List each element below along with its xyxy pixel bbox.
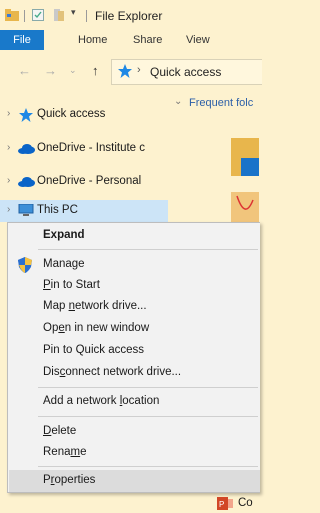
breadcrumb-chevron-icon: › — [137, 64, 141, 76]
context-menu: Expand Manage Pin to Start Map network d… — [7, 222, 260, 493]
menu-item-rename[interactable]: Rename — [9, 442, 260, 464]
forward-arrow-icon[interactable]: → — [44, 63, 57, 78]
menu-separator — [38, 416, 258, 417]
menu-item-expand[interactable]: Expand — [9, 225, 260, 247]
address-bar: ← → ⌄ ↑ › Quick access — [0, 56, 262, 86]
menu-item-delete[interactable]: Delete — [9, 421, 260, 443]
tab-share[interactable]: Share — [133, 34, 162, 46]
this-pc-icon — [18, 203, 34, 220]
customize-toolbar-dropdown-icon[interactable]: ▾ — [71, 7, 76, 18]
properties-icon[interactable] — [32, 9, 45, 24]
breadcrumb-quick-access[interactable]: Quick access — [150, 65, 221, 79]
frequent-folders-header[interactable]: Frequent folc — [189, 97, 253, 109]
up-arrow-icon[interactable]: ↑ — [92, 63, 99, 78]
window-title: File Explorer — [95, 9, 163, 23]
pdf-folder-thumbnail-icon[interactable] — [231, 192, 259, 225]
menu-separator — [38, 466, 258, 467]
onedrive-cloud-icon — [17, 177, 35, 190]
menu-item-map-network-drive[interactable]: Map network drive... — [9, 296, 260, 318]
quick-access-star-icon — [117, 63, 133, 82]
menu-item-manage[interactable]: Manage — [9, 254, 260, 276]
quick-access-star-icon — [18, 107, 34, 126]
recent-locations-chevron-icon[interactable]: ⌄ — [69, 65, 77, 76]
uac-shield-icon — [18, 257, 32, 276]
nav-item-this-pc[interactable]: › This PC — [0, 200, 168, 222]
back-arrow-icon[interactable]: ← — [18, 63, 31, 78]
nav-label: This PC — [37, 204, 78, 216]
tab-file[interactable]: File — [0, 30, 44, 50]
nav-item-onedrive-personal[interactable]: › OneDrive - Personal — [0, 171, 168, 193]
menu-item-disconnect-network-drive[interactable]: Disconnect network drive... — [9, 362, 260, 384]
expand-chevron-icon[interactable]: › — [7, 204, 10, 215]
expand-chevron-icon[interactable]: › — [7, 175, 10, 186]
expand-chevron-icon[interactable]: › — [7, 108, 10, 119]
ribbon-tabs: File Home Share View — [0, 30, 259, 50]
new-folder-icon[interactable] — [53, 9, 65, 24]
folder-icon[interactable] — [5, 9, 19, 24]
menu-separator — [38, 387, 258, 388]
expand-chevron-icon[interactable]: › — [7, 142, 10, 153]
title-bar: ▾ File Explorer — [0, 0, 259, 30]
onedrive-cloud-icon — [17, 144, 35, 157]
svg-text:P: P — [219, 500, 224, 509]
menu-item-open-in-new-window[interactable]: Open in new window — [9, 318, 260, 340]
nav-label: OneDrive - Personal — [37, 175, 142, 187]
address-field[interactable]: › Quick access — [111, 59, 262, 85]
tab-home[interactable]: Home — [78, 34, 107, 46]
menu-separator — [38, 249, 258, 250]
nav-label: Quick access — [37, 108, 106, 120]
menu-item-properties[interactable]: Properties — [9, 470, 260, 492]
nav-item-quick-access[interactable]: › Quick access — [0, 104, 168, 126]
nav-item-onedrive-institute[interactable]: › OneDrive - Institute c — [0, 138, 168, 160]
nav-label: OneDrive - Institute c — [37, 142, 146, 154]
tab-view[interactable]: View — [186, 34, 210, 46]
menu-item-pin-to-quick-access[interactable]: Pin to Quick access — [9, 340, 260, 362]
file-name-label[interactable]: Co — [238, 497, 253, 509]
collapse-chevron-icon[interactable]: ⌄ — [174, 96, 182, 107]
menu-item-pin-to-start[interactable]: Pin to Start — [9, 275, 260, 297]
folder-thumbnail-icon[interactable] — [231, 132, 259, 179]
menu-item-add-network-location[interactable]: Add a network location — [9, 391, 260, 413]
